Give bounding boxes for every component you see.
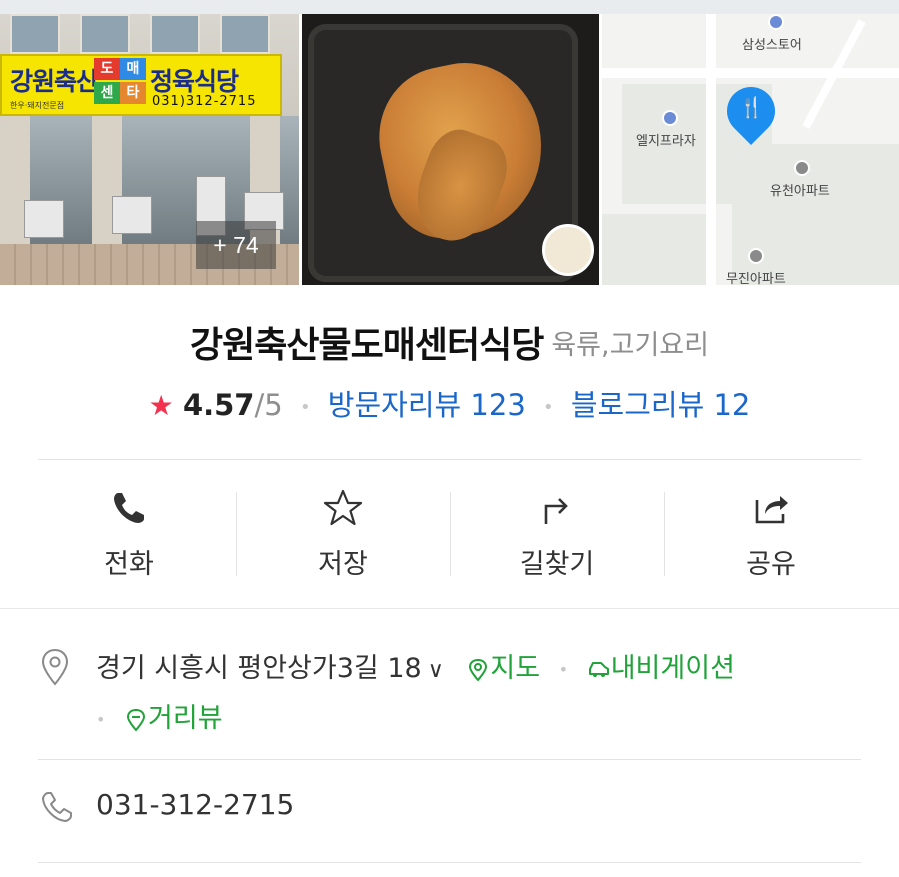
poi-icon: [662, 110, 678, 126]
divider: [38, 459, 861, 460]
directions-icon: [544, 498, 568, 524]
street-view-icon: [127, 708, 146, 732]
map-poi-label: 유천아파트: [770, 183, 830, 198]
call-button[interactable]: 전화: [22, 468, 236, 598]
ac-unit: [112, 196, 152, 234]
street-view-link-label: 거리뷰: [148, 703, 223, 734]
dot-separator: •: [96, 710, 106, 729]
phone-outline-icon: [42, 792, 72, 822]
share-button[interactable]: 공유: [664, 468, 878, 598]
address-text[interactable]: 경기 시흥시 평안상가3길 18: [96, 653, 422, 684]
sign-name-part1: 강원축산: [10, 67, 99, 96]
restaurant-icon: 🍴: [739, 95, 764, 119]
sign-name-part2: 정육식당: [150, 67, 239, 96]
address-row-2: • 거리뷰: [96, 696, 223, 735]
sign-box-3: 센: [94, 82, 120, 104]
star-outline-icon: [323, 489, 363, 526]
dot-separator: •: [558, 660, 569, 679]
sign-sub: 한우·돼지전문점: [10, 101, 65, 110]
map-poi-label: 삼성스토어: [742, 37, 802, 52]
upper-window: [80, 14, 130, 54]
chevron-down-icon[interactable]: ∨: [428, 658, 444, 683]
rating-row: ★ 4.57/5 • 방문자리뷰 123 • 블로그리뷰 12: [0, 382, 899, 426]
ac-unit: [24, 200, 64, 238]
upper-window: [150, 14, 200, 54]
food-photo[interactable]: [302, 14, 599, 285]
poi-icon: [748, 248, 764, 264]
storefront-photo[interactable]: 강원축산 도 매 센 타 정육식당 한우·돼지전문점 031)312-2715 …: [0, 14, 299, 285]
dot-separator: •: [543, 396, 554, 418]
sign-box-4: 타: [120, 82, 146, 104]
place-name: 강원축산물도매센터식당: [190, 325, 544, 366]
street-view-link[interactable]: 거리뷰: [124, 703, 223, 734]
title-row: 강원축산물도매센터식당 육류,고기요리: [0, 316, 899, 372]
more-photos-badge[interactable]: + 74: [196, 221, 276, 269]
directions-label: 길찾기: [519, 549, 595, 580]
save-label: 저장: [318, 549, 368, 580]
rating-value: 4.57: [182, 388, 255, 422]
map-block: [602, 214, 712, 285]
divider: [38, 862, 861, 863]
star-icon: ★: [148, 389, 174, 422]
map-link[interactable]: 지도: [466, 653, 548, 684]
upper-window: [10, 14, 60, 54]
sign-box-1: 도: [94, 58, 120, 80]
map-poi-label: 무진아파트: [726, 271, 786, 285]
directions-button[interactable]: 길찾기: [450, 468, 664, 598]
phone-icon: [114, 493, 144, 523]
photo-strip[interactable]: 강원축산 도 매 센 타 정육식당 한우·돼지전문점 031)312-2715 …: [0, 14, 899, 285]
save-button[interactable]: 저장: [236, 468, 450, 598]
navigation-link[interactable]: 내비게이션: [587, 653, 735, 684]
blog-reviews-link[interactable]: 블로그리뷰 12: [571, 388, 751, 422]
place-category: 육류,고기요리: [551, 329, 709, 361]
car-icon: [588, 661, 609, 677]
share-icon: [755, 496, 788, 524]
poi-icon: [768, 14, 784, 30]
call-label: 전화: [104, 549, 154, 580]
map-pin-icon: [469, 658, 488, 682]
share-label: 공유: [746, 549, 796, 580]
visitor-reviews-link[interactable]: 방문자리뷰 123: [328, 388, 526, 422]
sign-box-2: 매: [120, 58, 146, 80]
dot-separator: •: [299, 396, 311, 418]
action-bar: 전화 저장 길찾기 공유: [22, 468, 878, 598]
store-sign: 강원축산 도 매 센 타 정육식당 한우·돼지전문점 031)312-2715: [0, 54, 282, 116]
map-thumbnail[interactable]: 삼성스토어 엘지프라자 유천아파트 무진아파트: [602, 14, 899, 285]
map-road: [706, 14, 716, 285]
poi-icon: [794, 160, 810, 176]
divider: [0, 608, 899, 609]
navigation-link-label: 내비게이션: [610, 653, 735, 684]
address-row: 경기 시흥시 평안상가3길 18 ∨ 지도 • 내비게이션: [96, 646, 735, 685]
map-poi-label: 엘지프라자: [636, 133, 696, 148]
divider: [38, 759, 861, 760]
rating-out-of: /5: [254, 388, 283, 422]
side-dish: [542, 224, 594, 276]
top-strip: [0, 0, 899, 14]
location-pin-icon: [41, 648, 69, 686]
map-link-label: 지도: [490, 653, 541, 684]
phone-number[interactable]: 031-312-2715: [96, 788, 294, 821]
sign-phone: 031)312-2715: [152, 94, 257, 109]
map-road: [602, 68, 899, 78]
upper-window: [220, 14, 270, 54]
